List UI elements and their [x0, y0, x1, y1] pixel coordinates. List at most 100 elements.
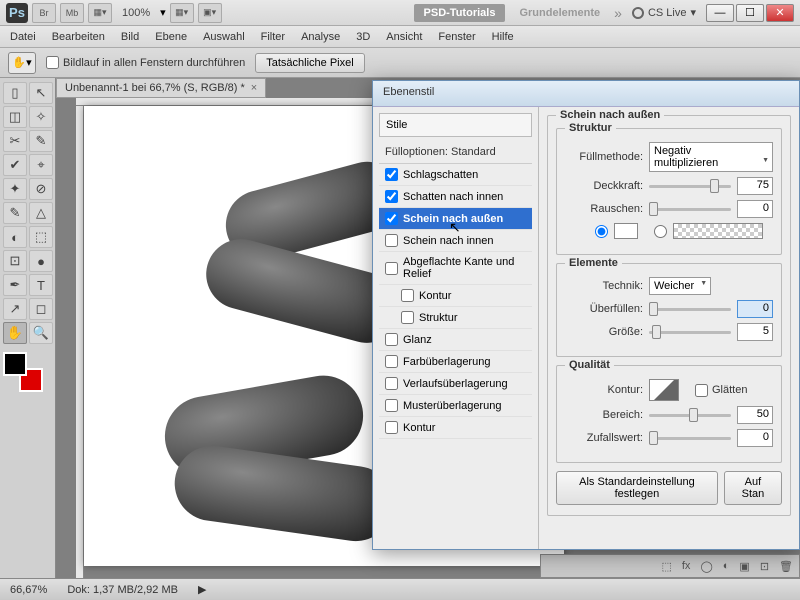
style-checkbox[interactable]: [401, 311, 414, 324]
style-item[interactable]: Schein nach außen: [379, 208, 532, 230]
style-checkbox[interactable]: [385, 421, 398, 434]
layers-footer-icon[interactable]: ◯: [700, 560, 712, 573]
style-item[interactable]: Verlaufsüberlagerung: [379, 373, 532, 395]
opacity-value[interactable]: 75: [737, 177, 773, 195]
foreground-color-swatch[interactable]: [3, 352, 27, 376]
spread-value[interactable]: 0: [737, 300, 773, 318]
tool-8[interactable]: ✦: [3, 178, 27, 200]
style-item[interactable]: Farbüberlagerung: [379, 351, 532, 373]
reset-default-button[interactable]: Auf Stan: [724, 471, 782, 505]
arrange-icon[interactable]: ▦▾: [170, 3, 194, 23]
menu-3d[interactable]: 3D: [356, 31, 370, 43]
style-item[interactable]: Glanz: [379, 329, 532, 351]
tool-18[interactable]: ↗: [3, 298, 27, 320]
spread-slider[interactable]: [649, 308, 731, 311]
style-item[interactable]: Kontur: [379, 285, 532, 307]
style-item[interactable]: Schatten nach innen: [379, 186, 532, 208]
menu-fenster[interactable]: Fenster: [438, 31, 475, 43]
tool-12[interactable]: ◐: [3, 226, 27, 248]
layers-footer-icon[interactable]: ◐: [723, 560, 730, 572]
menu-bearbeiten[interactable]: Bearbeiten: [52, 31, 105, 43]
tool-2[interactable]: ◫: [3, 106, 27, 128]
range-value[interactable]: 50: [737, 406, 773, 424]
layers-footer-icon[interactable]: ⊡: [760, 560, 769, 573]
status-arrow-icon[interactable]: ▶: [198, 583, 206, 596]
style-checkbox[interactable]: [385, 355, 398, 368]
menu-filter[interactable]: Filter: [261, 31, 285, 43]
cs-live-button[interactable]: CS Live ▾: [626, 6, 702, 19]
layers-footer-icon[interactable]: fx: [682, 560, 691, 572]
tool-7[interactable]: ⌖: [29, 154, 53, 176]
layers-footer-icon[interactable]: ▣: [739, 560, 749, 573]
blendmode-dropdown[interactable]: Negativ multiplizieren: [649, 142, 773, 172]
actual-pixels-button[interactable]: Tatsächliche Pixel: [255, 53, 364, 73]
range-slider[interactable]: [649, 414, 731, 417]
style-item[interactable]: Abgeflachte Kante und Relief: [379, 252, 532, 285]
gradient-radio[interactable]: [654, 225, 667, 238]
tool-15[interactable]: ●: [29, 250, 53, 272]
status-zoom[interactable]: 66,67%: [10, 584, 47, 596]
minibridge-icon[interactable]: Mb: [60, 3, 84, 23]
tool-14[interactable]: ⊡: [3, 250, 27, 272]
maximize-button[interactable]: ☐: [736, 4, 764, 22]
tool-17[interactable]: T: [29, 274, 53, 296]
document-tab[interactable]: Unbenannt-1 bei 66,7% (S, RGB/8) * ×: [56, 78, 266, 98]
screenmode-icon[interactable]: ▣▾: [198, 3, 222, 23]
menu-datei[interactable]: Datei: [10, 31, 36, 43]
menu-hilfe[interactable]: Hilfe: [492, 31, 514, 43]
layers-footer-icon[interactable]: ⬚: [661, 560, 671, 573]
workspace-psd-tutorials[interactable]: PSD-Tutorials: [414, 4, 506, 22]
style-checkbox[interactable]: [385, 168, 398, 181]
layers-footer-icon[interactable]: 🗑: [779, 560, 793, 573]
color-swatches[interactable]: [3, 352, 43, 392]
style-checkbox[interactable]: [385, 212, 398, 225]
contour-picker[interactable]: [649, 379, 679, 401]
zoom-level[interactable]: 100%: [116, 7, 156, 19]
photoshop-icon[interactable]: Ps: [6, 3, 28, 23]
scroll-all-checkbox[interactable]: Bildlauf in allen Fenstern durchführen: [46, 56, 245, 69]
technique-dropdown[interactable]: Weicher: [649, 277, 711, 295]
tool-11[interactable]: △: [29, 202, 53, 224]
zoom-dropdown-icon[interactable]: ▾: [160, 6, 166, 19]
style-checkbox[interactable]: [385, 234, 398, 247]
style-item[interactable]: Schein nach innen: [379, 230, 532, 252]
workspace-more-icon[interactable]: »: [614, 5, 622, 21]
gradient-well[interactable]: [673, 223, 763, 239]
tool-21[interactable]: 🔍: [29, 322, 53, 344]
scroll-all-input[interactable]: [46, 56, 59, 69]
style-checkbox[interactable]: [385, 377, 398, 390]
style-item[interactable]: Struktur: [379, 307, 532, 329]
tool-20[interactable]: ✋: [3, 322, 27, 344]
menu-analyse[interactable]: Analyse: [301, 31, 340, 43]
style-checkbox[interactable]: [385, 399, 398, 412]
minimize-button[interactable]: ―: [706, 4, 734, 22]
style-item[interactable]: Musterüberlagerung: [379, 395, 532, 417]
close-button[interactable]: ✕: [766, 4, 794, 22]
style-checkbox[interactable]: [385, 190, 398, 203]
antialias-checkbox[interactable]: Glätten: [695, 384, 773, 397]
style-checkbox[interactable]: [385, 333, 398, 346]
bridge-icon[interactable]: Br: [32, 3, 56, 23]
jitter-slider[interactable]: [649, 437, 731, 440]
make-default-button[interactable]: Als Standardeinstellung festlegen: [556, 471, 718, 505]
style-checkbox[interactable]: [401, 289, 414, 302]
tool-9[interactable]: ⊘: [29, 178, 53, 200]
style-checkbox[interactable]: [385, 262, 398, 275]
menu-bild[interactable]: Bild: [121, 31, 139, 43]
tool-3[interactable]: ✧: [29, 106, 53, 128]
menu-auswahl[interactable]: Auswahl: [203, 31, 245, 43]
style-item[interactable]: Kontur: [379, 417, 532, 439]
tool-4[interactable]: ✂: [3, 130, 27, 152]
color-well[interactable]: [614, 223, 638, 239]
opacity-slider[interactable]: [649, 185, 731, 188]
view-icon[interactable]: ▦▾: [88, 3, 112, 23]
tool-5[interactable]: ✎: [29, 130, 53, 152]
tool-1[interactable]: ↖: [29, 82, 53, 104]
menu-ansicht[interactable]: Ansicht: [386, 31, 422, 43]
tool-19[interactable]: ◻: [29, 298, 53, 320]
document-tab-close-icon[interactable]: ×: [251, 82, 257, 94]
noise-value[interactable]: 0: [737, 200, 773, 218]
noise-slider[interactable]: [649, 208, 731, 211]
tool-13[interactable]: ⬚: [29, 226, 53, 248]
tool-16[interactable]: ✒: [3, 274, 27, 296]
